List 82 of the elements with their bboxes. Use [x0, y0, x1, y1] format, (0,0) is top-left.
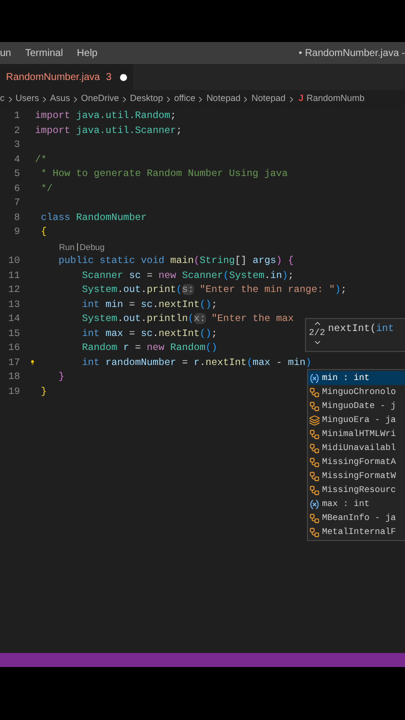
editor-tab[interactable]: RandomNumber.java 3: [0, 64, 132, 90]
overload-counter: 2/2: [308, 328, 326, 338]
class-icon: [309, 442, 320, 454]
class-icon: [309, 428, 320, 440]
enum-icon: [309, 414, 320, 426]
breadcrumb-item[interactable]: RandomNumb: [306, 92, 365, 106]
breadcrumb-item[interactable]: Asus: [50, 92, 70, 106]
line-number: 2: [13, 124, 20, 138]
suggestion-item[interactable]: MetalInternalF: [308, 525, 405, 539]
class-icon: [309, 512, 320, 524]
class-icon: [309, 400, 320, 412]
code-line: class RandomNumber: [40, 210, 147, 224]
class-icon: [309, 386, 320, 398]
code-line: {: [40, 225, 47, 239]
breadcrumb-item[interactable]: Users: [16, 92, 40, 106]
line-number: 11: [7, 268, 20, 282]
line-number: 1: [13, 109, 20, 123]
next-icon[interactable]: [312, 338, 322, 347]
line-number: 18: [7, 370, 20, 384]
menu-item[interactable]: Terminal: [25, 46, 63, 60]
line-number: 17: [7, 356, 20, 370]
menu-item[interactable]: Help: [76, 46, 98, 60]
codelens-link[interactable]: Run: [59, 240, 75, 254]
problem-count: 3: [106, 70, 112, 84]
line-number: 12: [7, 283, 20, 297]
code-line: Random r = new Random(): [81, 341, 218, 355]
window-title: • RandomNumber.java -: [298, 46, 405, 60]
code-line: System.out.println(x: "Enter the max: [81, 312, 294, 326]
suggestion-item[interactable]: MinguoDate - j: [308, 399, 405, 413]
suggestion-item[interactable]: MissingFormatA: [308, 455, 405, 469]
suggestion-item[interactable]: MissingResourc: [308, 483, 405, 497]
breadcrumb-item[interactable]: Notepad: [251, 92, 286, 106]
line-number: 5: [13, 167, 20, 181]
suggestion-item[interactable]: MissingFormatW: [308, 469, 405, 483]
code-line: int max = sc.nextInt();: [81, 326, 218, 340]
breadcrumb-item[interactable]: OneDrive: [81, 92, 120, 106]
codelens-link[interactable]: Debug: [80, 240, 105, 254]
class-icon: [309, 470, 320, 482]
line-number: 6: [13, 182, 20, 196]
suggestion-item[interactable]: min : int: [308, 371, 405, 385]
breadcrumb-item[interactable]: c: [0, 92, 4, 106]
class-icon: [309, 484, 320, 496]
line-number: 15: [7, 326, 20, 340]
menu-item[interactable]: un: [0, 46, 12, 60]
breadcrumb-item[interactable]: office: [174, 92, 196, 106]
code-line: }: [40, 384, 47, 398]
code-line: import java.util.Random;: [35, 109, 176, 123]
code-line: int min = sc.nextInt();: [81, 298, 218, 312]
line-number: 4: [13, 152, 20, 166]
suggestion-item[interactable]: MBeanInfo - ja: [308, 511, 405, 525]
line-number: 19: [7, 384, 20, 398]
code-line: Scanner sc = new Scanner(System.in);: [81, 268, 294, 282]
suggestion-item[interactable]: MidiUnavailabl: [308, 441, 405, 455]
signature-text: nextInt(int: [328, 323, 394, 337]
code-line: }: [58, 370, 64, 384]
suggestion-item[interactable]: MinguoEra - ja: [308, 413, 405, 427]
code-line: /*: [35, 152, 47, 166]
suggestion-item[interactable]: MinimalHTMLWri: [308, 427, 405, 441]
line-number: 10: [7, 254, 20, 268]
line-number: 3: [13, 138, 20, 152]
class-icon: [309, 456, 320, 468]
code-line: import java.util.Scanner;: [35, 124, 182, 138]
code-line: * How to generate Random Number Using java: [40, 167, 288, 181]
suggestion-item[interactable]: MinguoChronolo: [308, 385, 405, 399]
line-number: 7: [13, 196, 20, 210]
line-number: 13: [7, 298, 20, 312]
class-icon: [309, 526, 320, 538]
line-number: 9: [13, 225, 20, 239]
code-line: public static void main(String[] args) {: [58, 254, 294, 268]
line-number: 8: [13, 210, 20, 224]
variable-icon: [309, 372, 320, 384]
breadcrumb-item[interactable]: Desktop: [130, 92, 164, 106]
code-line: int randomNumber = r.nextInt(max - min): [81, 356, 312, 370]
code-line: System.out.print(s: "Enter the min range: ");: [81, 283, 347, 297]
variable-icon: [309, 498, 320, 510]
breadcrumb-item[interactable]: Notepad: [206, 92, 240, 106]
suggestion-item[interactable]: max : int: [308, 497, 405, 511]
line-number: 14: [7, 312, 20, 326]
java-file-icon: J: [298, 92, 304, 106]
previous-icon[interactable]: [312, 319, 322, 328]
code-line: */: [40, 182, 53, 196]
line-number: 16: [7, 341, 20, 355]
